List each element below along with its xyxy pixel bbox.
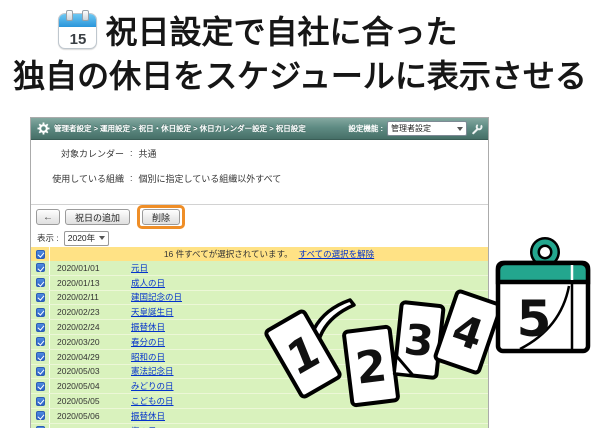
holiday-name-link[interactable]: 昭和の日 xyxy=(131,351,165,363)
holiday-date: 2020/01/13 xyxy=(57,277,100,288)
display-filter-label: 表示 : xyxy=(37,233,59,243)
back-button[interactable]: ← xyxy=(36,209,60,225)
holiday-date: 2020/05/04 xyxy=(57,381,100,392)
delete-button[interactable]: 削除 xyxy=(142,209,181,225)
page-title: 15 祝日設定で自社に合った 独自の休日をスケジュールに表示させる xyxy=(0,6,600,98)
holiday-date: 2020/03/20 xyxy=(57,336,100,347)
holiday-date: 2020/02/11 xyxy=(57,292,99,303)
select-all-cell xyxy=(31,247,50,261)
row-checkbox[interactable] xyxy=(35,278,45,288)
year-dropdown[interactable]: 2020年 xyxy=(63,230,110,246)
holiday-name-link[interactable]: 振替休日 xyxy=(131,321,165,333)
flying-page-3: 3 xyxy=(392,300,446,380)
calendar-icon-day: 15 xyxy=(69,31,87,48)
holiday-date: 2020/02/24 xyxy=(57,322,100,333)
row-checkbox[interactable] xyxy=(35,366,45,376)
wrench-icon[interactable] xyxy=(471,123,483,135)
add-holiday-button[interactable]: 祝日の追加 xyxy=(65,209,131,225)
select-all-checkbox[interactable] xyxy=(35,249,45,259)
holiday-date: 2020/02/23 xyxy=(57,307,100,318)
target-calendar-row: 対象カレンダー : 共通 xyxy=(31,147,488,159)
holiday-date: 2020/05/06 xyxy=(57,410,100,421)
settings-menu-selected: 管理者設定 xyxy=(391,124,431,133)
calendar-icon-ring xyxy=(66,10,74,21)
title-line1: 祝日設定で自社に合った xyxy=(105,14,458,50)
row-checkbox[interactable] xyxy=(35,352,45,362)
holiday-date: 2020/04/29 xyxy=(57,351,100,362)
title-line2: 独自の休日をスケジュールに表示させる xyxy=(13,58,587,94)
holiday-name-link[interactable]: 海の日 xyxy=(131,425,157,428)
holiday-name-link[interactable]: こどもの日 xyxy=(131,395,174,407)
calendar-block: 5 xyxy=(495,237,591,354)
holiday-name-link[interactable]: みどりの日 xyxy=(131,380,174,392)
breadcrumb[interactable]: 管理者設定 > 運用設定 > 祝日・休日設定 > 休日カレンダー設定 > 祝日設… xyxy=(54,123,344,134)
holiday-date: 2020/05/03 xyxy=(57,366,100,377)
row-checkbox[interactable] xyxy=(35,292,45,302)
settings-menu-label: 設定機能 : xyxy=(348,124,383,133)
svg-text:2: 2 xyxy=(353,340,390,394)
settings-menu-dropdown[interactable]: 管理者設定 xyxy=(387,121,467,136)
year-dropdown-value: 2020年 xyxy=(67,233,96,243)
holiday-name-link[interactable]: 建国記念の日 xyxy=(131,291,182,303)
target-calendar-label: 対象カレンダー xyxy=(60,148,124,159)
page: 15 祝日設定で自社に合った 独自の休日をスケジュールに表示させる 管理者設定 … xyxy=(0,0,600,428)
holiday-name-link[interactable]: 元日 xyxy=(131,262,148,274)
svg-text:3: 3 xyxy=(402,315,436,367)
row-checkbox[interactable] xyxy=(35,381,45,391)
admin-header-bar: 管理者設定 > 運用設定 > 祝日・休日設定 > 休日カレンダー設定 > 祝日設… xyxy=(31,118,488,140)
using-org-row: 使用している組織 : 個別に指定している組織以外すべて xyxy=(31,172,488,184)
target-calendar-value: 共通 xyxy=(138,148,157,159)
row-checkbox[interactable] xyxy=(35,322,45,332)
row-checkbox[interactable] xyxy=(35,337,45,347)
holiday-date: 2020/01/01 xyxy=(57,262,100,273)
calendar-icon-ring xyxy=(82,10,90,21)
holiday-name-link[interactable]: 天皇誕生日 xyxy=(131,306,174,318)
calendar-emoji-icon: 15 xyxy=(58,10,98,49)
holiday-name-link[interactable]: 春分の日 xyxy=(131,336,165,348)
chevron-down-icon xyxy=(457,126,463,131)
holiday-name-link[interactable]: 憲法記念日 xyxy=(131,365,174,377)
flying-page-2: 2 xyxy=(342,324,400,408)
calendar-info-section: 対象カレンダー : 共通 使用している組織 : 個別に指定している組織以外すべて xyxy=(31,140,488,204)
calendar-illustration: 1 2 3 4 5 xyxy=(264,237,591,408)
using-org-label: 使用している組織 xyxy=(52,173,124,184)
row-checkbox[interactable] xyxy=(35,411,45,421)
calendar-icon-top xyxy=(59,14,97,27)
toolbar: ← 祝日の追加 削除 xyxy=(31,205,488,229)
holiday-name-link[interactable]: 振替休日 xyxy=(131,410,165,422)
flying-page-4: 4 xyxy=(433,289,503,375)
chevron-down-icon xyxy=(99,236,106,240)
svg-text:5: 5 xyxy=(517,290,552,348)
row-checkbox[interactable] xyxy=(35,307,45,317)
using-org-value: 個別に指定している組織以外すべて xyxy=(138,173,282,184)
gear-icon xyxy=(37,122,50,135)
row-checkbox[interactable] xyxy=(35,396,45,406)
holiday-name-link[interactable]: 成人の日 xyxy=(131,277,165,289)
holiday-date: 2020/05/05 xyxy=(57,396,100,407)
calendar-top-band xyxy=(495,260,591,285)
delete-button-highlight: 削除 xyxy=(137,205,186,229)
row-checkbox[interactable] xyxy=(35,263,45,273)
